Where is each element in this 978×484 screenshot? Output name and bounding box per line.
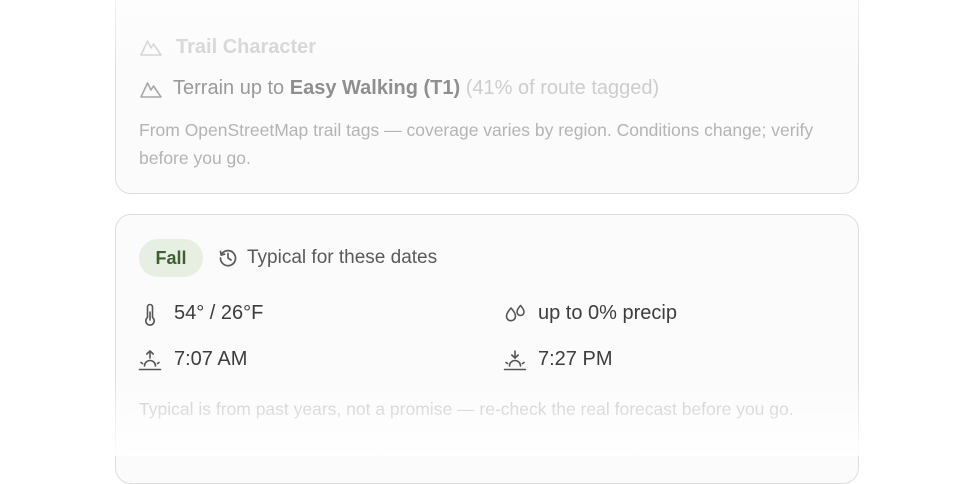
droplets-icon xyxy=(504,303,528,327)
season-badge: Fall xyxy=(139,239,203,277)
typical-dates-label: Typical for these dates xyxy=(247,247,438,268)
mountain-icon xyxy=(140,79,162,99)
trail-character-card: Trail Character Terrain up to Easy Walki… xyxy=(115,0,859,194)
season-weather-card: Fall Typical for these dates 54° / 26°F … xyxy=(115,214,859,484)
sunrise-time: 7:07 AM xyxy=(174,348,248,370)
sunrise-icon xyxy=(138,349,162,373)
terrain-line: Terrain up to Easy Walking (T1) (41% of … xyxy=(173,77,659,100)
terrain-coverage: (41% of route tagged) xyxy=(465,77,660,99)
precipitation-chance: up to 0% precip xyxy=(538,302,677,324)
temperature-range: 54° / 26°F xyxy=(174,302,264,324)
thermometer-icon xyxy=(142,303,158,327)
mountain-icon xyxy=(140,37,162,57)
terrain-prefix: Terrain up to xyxy=(173,77,285,99)
terrain-difficulty: Easy Walking (T1) xyxy=(289,77,461,99)
sunset-time: 7:27 PM xyxy=(538,348,613,370)
trail-character-title: Trail Character xyxy=(176,36,317,58)
sunset-icon xyxy=(503,349,527,373)
trail-data-note: From OpenStreetMap trail tags — coverage… xyxy=(139,120,814,168)
history-icon xyxy=(218,248,238,268)
forecast-disclaimer: Typical is from past years, not a promis… xyxy=(139,399,794,419)
